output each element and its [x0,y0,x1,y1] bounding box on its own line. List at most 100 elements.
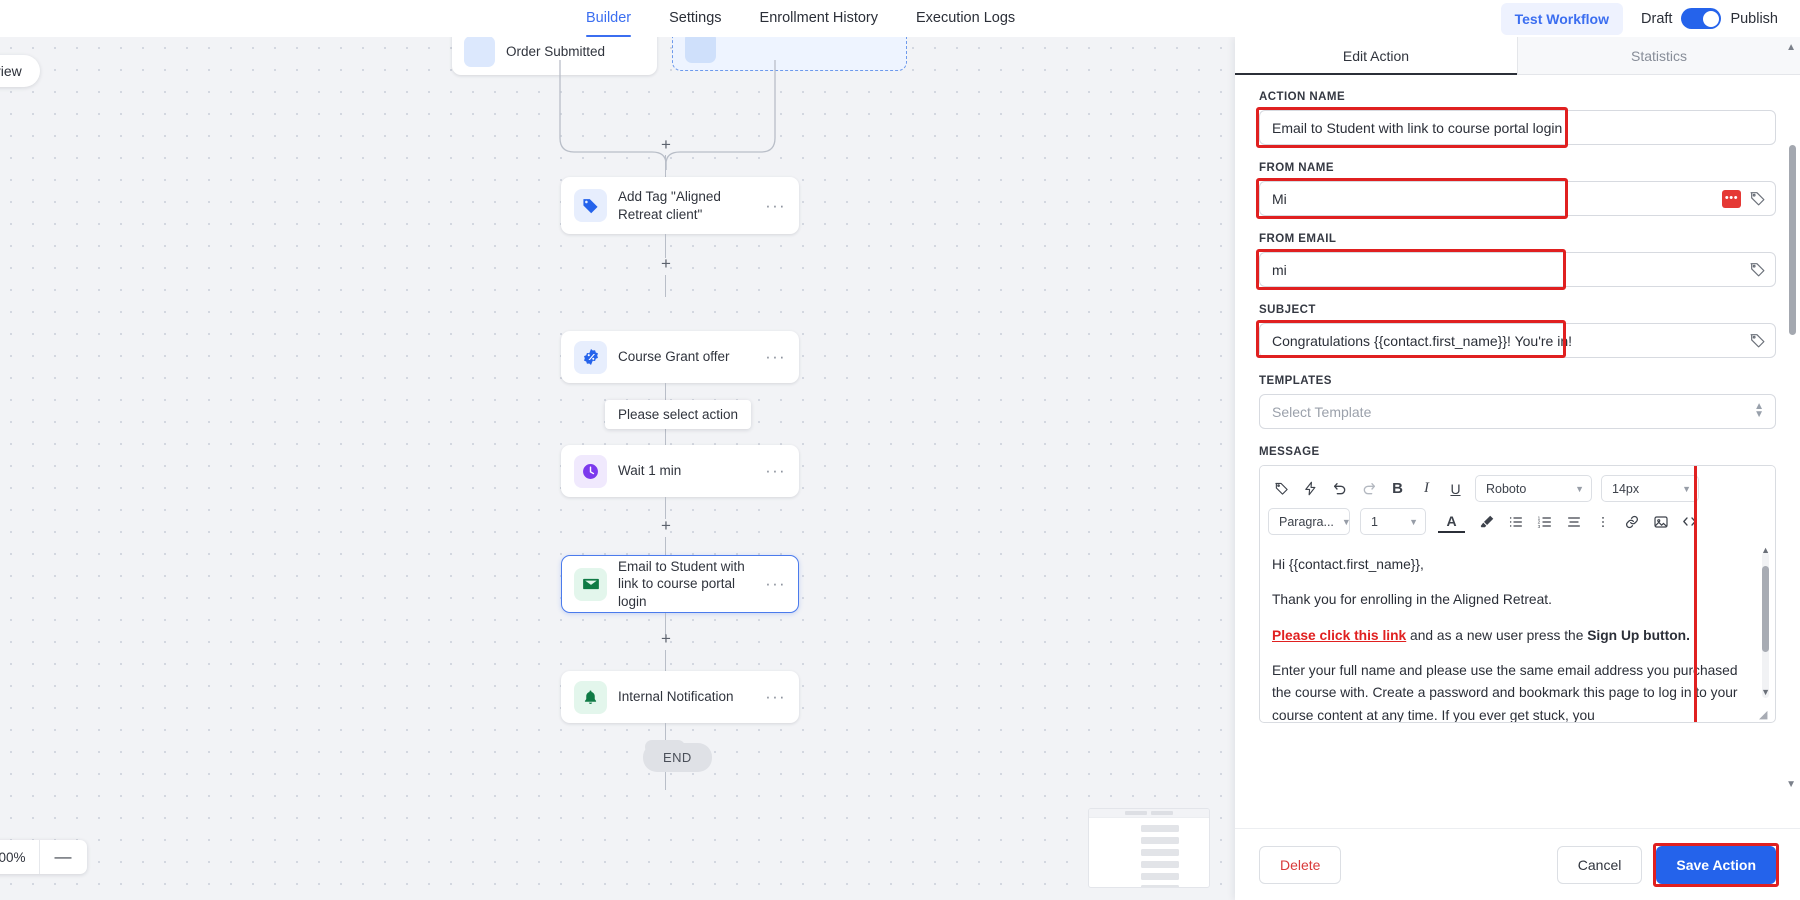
minimap-node [1141,837,1179,844]
message-scrollbar[interactable] [1762,552,1769,698]
add-step-button-3[interactable]: + [658,517,674,534]
add-step-button-2[interactable]: + [658,255,674,272]
lightning-icon[interactable] [1297,475,1324,502]
publish-toggle[interactable] [1681,8,1722,29]
templates-label: TEMPLATES [1259,375,1332,387]
workflow-canvas[interactable]: Preview Order Submitted + Add Tag "Align… [0,37,1235,900]
message-paragraph-1: Hi {{contact.first_name}}, [1272,557,1424,572]
link-icon[interactable] [1618,508,1645,535]
publish-label: Publish [1730,10,1778,27]
zoom-controls: 100% — [0,840,87,874]
font-size-select[interactable]: 14px ▼ [1601,475,1699,502]
block-format-select[interactable]: Paragra... ▼ [1268,508,1351,535]
subject-input[interactable] [1259,323,1776,358]
align-icon[interactable] [1560,508,1587,535]
node-menu-button[interactable]: ··· [759,687,786,707]
template-select[interactable]: Select Template [1259,394,1776,429]
tab-settings[interactable]: Settings [669,0,721,37]
zoom-level-value: 100% [0,849,26,865]
edit-action-panel: Edit Action Statistics ACTION NAME FROM … [1235,37,1800,900]
zoom-out-button[interactable]: — [38,840,87,874]
node-label: Internal Notification [618,689,734,705]
message-scrollbar-thumb[interactable] [1762,566,1769,652]
delete-button[interactable]: Delete [1259,845,1342,884]
merge-tag-icon[interactable] [1749,261,1766,278]
test-workflow-button[interactable]: Test Workflow [1500,2,1624,35]
top-bar-actions: Test Workflow Draft Publish [1500,2,1800,35]
minimap-chip [1151,811,1173,815]
from-name-label: FROM NAME [1259,162,1334,174]
bullet-list-icon[interactable] [1502,508,1529,535]
bold-icon[interactable]: B [1384,475,1411,502]
add-step-button-4[interactable]: + [658,630,674,647]
scroll-down-arrow-icon[interactable]: ▼ [1761,685,1770,700]
save-action-wrapper: Save Action [1653,842,1779,887]
text-color-icon[interactable]: A [1438,511,1465,533]
chevron-down-icon: ▼ [1409,516,1418,527]
canvas-minimap[interactable] [1088,808,1210,888]
editor-toolbar-row-2: Paragra... ▼ 1 ▼ A 1 2 3 [1268,505,1767,538]
publish-toggle-group: Draft Publish [1641,8,1778,29]
image-icon[interactable] [1647,508,1674,535]
line-height-select[interactable]: 1 ▼ [1360,508,1426,535]
italic-icon[interactable]: I [1413,475,1440,502]
recording-chip-icon[interactable]: ••• [1722,189,1741,208]
resize-grip-icon[interactable]: ◢ [1759,707,1772,721]
underline-icon[interactable]: U [1442,475,1469,502]
cancel-button[interactable]: Cancel [1556,845,1643,884]
add-step-button-1[interactable]: + [658,136,674,153]
more-vertical-icon[interactable] [1589,508,1616,535]
draft-label: Draft [1641,10,1673,27]
workflow-node-email-to-student[interactable]: Email to Student with link to course por… [561,555,799,613]
tab-edit-action[interactable]: Edit Action [1235,37,1517,75]
node-menu-button[interactable]: ··· [759,196,786,216]
panel-scroll-down-arrow-icon[interactable]: ▼ [1786,779,1796,790]
node-menu-button[interactable]: ··· [759,574,786,594]
tab-builder[interactable]: Builder [586,0,632,37]
node-menu-button[interactable]: ··· [759,347,786,367]
node-menu-button[interactable]: ··· [759,461,786,481]
minimap-node [1141,825,1179,832]
redo-icon[interactable] [1355,475,1382,502]
highlighter-icon[interactable] [1473,508,1500,535]
numbered-list-icon[interactable]: 123 [1531,508,1558,535]
message-editor[interactable]: B I U Roboto ▼ 14px ▼ Paragra... ▼ 1 ▼ A… [1259,465,1776,723]
clock-icon [574,454,607,488]
scroll-up-arrow-icon[interactable]: ▲ [1761,543,1770,558]
from-email-input[interactable] [1259,252,1776,287]
minimap-chip [1125,811,1147,815]
action-name-label: ACTION NAME [1259,91,1346,103]
tab-statistics[interactable]: Statistics [1517,37,1800,74]
tab-enrollment-history[interactable]: Enrollment History [760,0,878,37]
connector-line-6 [665,537,667,555]
panel-scrollbar-thumb[interactable] [1789,145,1796,335]
minimap-node [1141,849,1179,856]
workflow-node-wait[interactable]: Wait 1 min ··· [561,445,799,497]
code-icon[interactable] [1676,508,1703,535]
undo-icon[interactable] [1326,475,1353,502]
font-size-value: 14px [1612,481,1640,496]
workflow-node-add-tag[interactable]: Add Tag "Aligned Retreat client" ··· [561,177,799,234]
message-body[interactable]: Hi {{contact.first_name}}, Thank you for… [1260,542,1775,722]
tab-execution-logs[interactable]: Execution Logs [916,0,1015,37]
trigger-label: Order Submitted [506,43,606,59]
workflow-node-course-grant-offer[interactable]: Course Grant offer ··· [561,331,799,383]
preview-button[interactable]: Preview [0,55,40,87]
workflow-node-internal-notification[interactable]: Internal Notification ··· [561,671,799,723]
message-link[interactable]: Please click this link [1272,628,1406,643]
chevron-updown-icon: ▲ ▼ [1754,401,1764,420]
minimap-nodes [1141,825,1179,887]
trigger-icon [464,37,495,67]
save-action-button[interactable]: Save Action [1656,845,1776,884]
minimap-header [1089,809,1209,818]
font-family-select[interactable]: Roboto ▼ [1475,475,1592,502]
panel-scrollbar[interactable] [1789,115,1796,750]
from-name-input[interactable] [1259,181,1776,216]
merge-tag-icon[interactable] [1749,190,1766,207]
panel-scroll-up-arrow-icon[interactable]: ▲ [1786,42,1796,53]
action-name-input[interactable] [1259,110,1776,145]
panel-tabs: Edit Action Statistics [1235,37,1800,75]
merge-tag-icon[interactable] [1749,332,1766,349]
merge-connector [559,60,776,170]
tag-icon[interactable] [1268,475,1295,502]
